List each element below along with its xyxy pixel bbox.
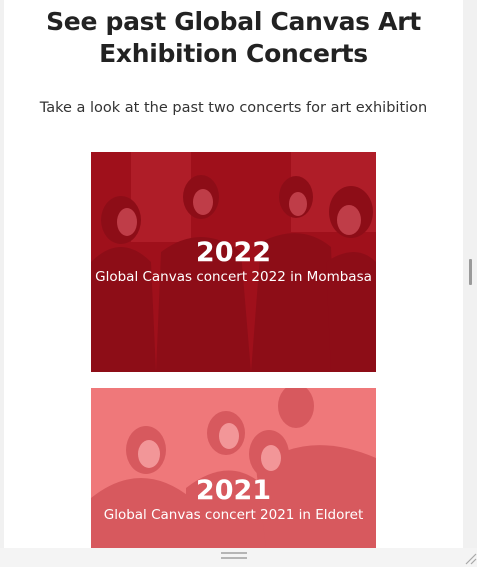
concert-card-2021[interactable]: 2021 Global Canvas concert 2021 in Eldor…	[91, 388, 376, 548]
concert-year: 2022	[195, 237, 272, 268]
card-tint	[91, 388, 376, 548]
page-title: See past Global Canvas Art Exhibition Co…	[46, 7, 421, 68]
page-content: See past Global Canvas Art Exhibition Co…	[4, 0, 463, 548]
resize-grip-icon[interactable]	[221, 552, 247, 560]
intro-text: Take a look at the past two concerts for…	[39, 100, 428, 116]
concert-card-2022[interactable]: 2022 Global Canvas concert 2022 in Momba…	[91, 152, 376, 372]
concert-caption: Global Canvas concert 2021 in Eldoret	[103, 507, 364, 523]
concert-year: 2021	[195, 475, 272, 506]
resize-corner-icon[interactable]	[463, 551, 477, 565]
concert-caption: Global Canvas concert 2022 in Mombasa	[95, 269, 372, 285]
scrollbar-thumb[interactable]	[469, 259, 472, 285]
